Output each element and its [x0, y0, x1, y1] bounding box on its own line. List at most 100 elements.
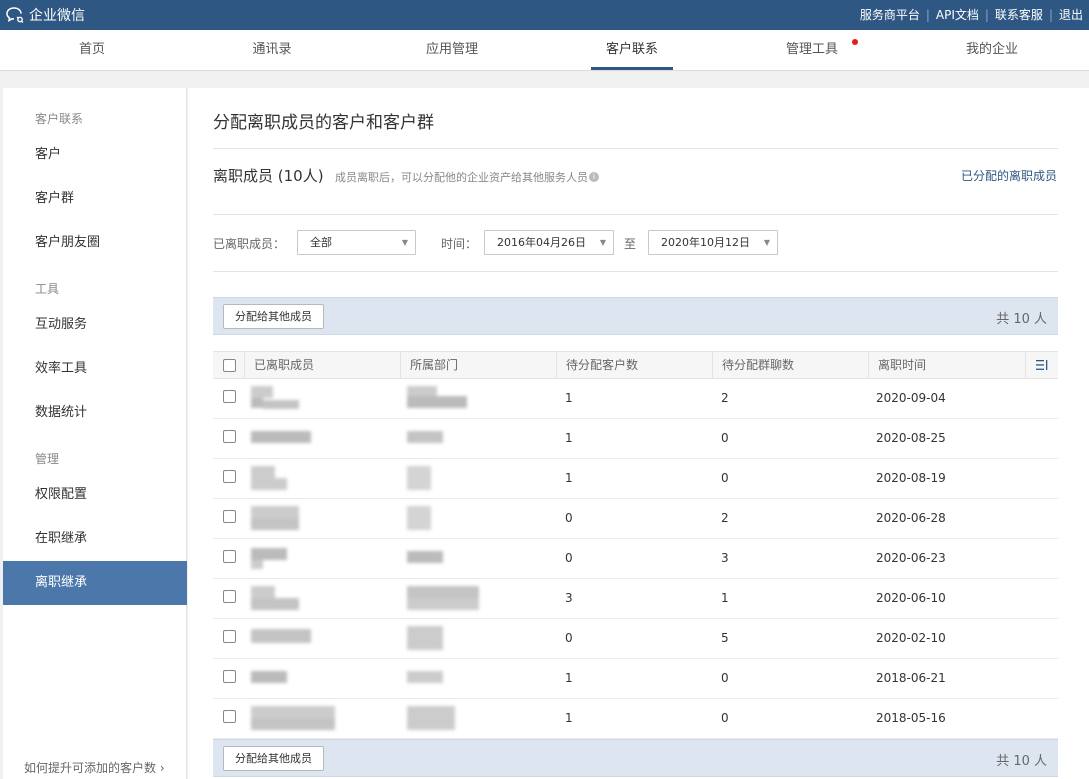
divider — [213, 214, 1058, 215]
pending-groups: 2 — [721, 391, 729, 405]
start-date-select[interactable]: 2016年04月26日 ▼ — [484, 230, 614, 255]
member-filter-select[interactable]: 全部 ▼ — [297, 230, 416, 255]
row-checkbox[interactable] — [223, 510, 236, 523]
divider: | — [925, 7, 930, 22]
sidebar-item-interactive-service[interactable]: 互动服务 — [3, 303, 187, 347]
select-value: 2020年10月12日 — [661, 236, 750, 249]
app-title: 企业微信 — [29, 8, 85, 24]
departure-date: 2018-05-16 — [876, 711, 946, 725]
pending-customers: 1 — [565, 671, 573, 685]
table-row[interactable]: 3 1 2020-06-10 — [213, 579, 1058, 619]
row-checkbox[interactable] — [223, 590, 236, 603]
table-header: 已离职成员 所属部门 待分配客户数 待分配群聊数 离职时间 — [213, 351, 1058, 379]
row-checkbox[interactable] — [223, 470, 236, 483]
pending-customers: 3 — [565, 591, 573, 605]
notification-dot — [852, 39, 858, 45]
chevron-right-icon: › — [156, 761, 165, 775]
divider: | — [1048, 7, 1053, 22]
section-description-text: 成员离职后，可以分配他的企业资产给其他服务人员 — [335, 171, 588, 184]
col-settings[interactable] — [1025, 352, 1058, 378]
pending-customers: 1 — [565, 431, 573, 445]
section-description: 成员离职后，可以分配他的企业资产给其他服务人员 i — [335, 169, 599, 185]
pending-groups: 0 — [721, 671, 729, 685]
select-all-checkbox[interactable] — [223, 359, 236, 372]
link-contact-support[interactable]: 联系客服 — [995, 6, 1043, 23]
total-count: 共 10 人 — [996, 312, 1047, 327]
table-row[interactable]: 1 0 2018-06-21 — [213, 659, 1058, 699]
tab-app-management[interactable]: 应用管理 — [362, 30, 542, 70]
pending-groups: 5 — [721, 631, 729, 645]
pending-groups: 0 — [721, 471, 729, 485]
link-api-docs[interactable]: API文档 — [936, 6, 979, 23]
table-row[interactable]: 0 2 2020-06-28 — [213, 499, 1058, 539]
col-header-member[interactable]: 已离职成员 — [244, 352, 400, 378]
section-title: 离职成员 (10人) — [213, 167, 324, 185]
tab-home[interactable]: 首页 — [2, 30, 182, 70]
row-checkbox[interactable] — [223, 430, 236, 443]
departure-date: 2020-06-28 — [876, 511, 946, 525]
tab-customer-contact[interactable]: 客户联系 — [542, 30, 722, 70]
action-bar-bottom: 分配给其他成员 共 10 人 — [213, 739, 1058, 777]
sidebar-item-departed-inheritance[interactable]: 离职继承 — [3, 561, 187, 605]
assign-to-other-button[interactable]: 分配给其他成员 — [223, 746, 324, 771]
departure-date: 2020-06-23 — [876, 551, 946, 565]
assign-to-other-button[interactable]: 分配给其他成员 — [223, 304, 324, 329]
page-title: 分配离职成员的客户和客户群 — [213, 113, 434, 133]
table-row[interactable]: 1 0 2018-05-16 — [213, 699, 1058, 739]
col-header-pending-groups[interactable]: 待分配群聊数 — [712, 352, 868, 378]
pending-groups: 0 — [721, 431, 729, 445]
sidebar-item-customer-groups[interactable]: 客户群 — [3, 177, 187, 221]
table-row[interactable]: 1 2 2020-09-04 — [213, 379, 1058, 419]
caret-down-icon: ▼ — [599, 238, 606, 247]
departure-date: 2020-08-19 — [876, 471, 946, 485]
departure-date: 2020-06-10 — [876, 591, 946, 605]
row-checkbox[interactable] — [223, 710, 236, 723]
row-checkbox[interactable] — [223, 630, 236, 643]
tab-contacts[interactable]: 通讯录 — [182, 30, 362, 70]
member-filter-label: 已离职成员： — [213, 237, 286, 251]
select-value: 全部 — [310, 236, 332, 249]
row-checkbox[interactable] — [223, 550, 236, 563]
active-tab-indicator — [591, 67, 673, 70]
sidebar-item-efficiency-tools[interactable]: 效率工具 — [3, 347, 187, 391]
row-checkbox[interactable] — [223, 670, 236, 683]
sidebar-item-moments[interactable]: 客户朋友圈 — [3, 221, 187, 265]
help-link-increase-customers[interactable]: 如何提升可添加的客户数 › — [24, 759, 165, 776]
table-row[interactable]: 0 5 2020-02-10 — [213, 619, 1058, 659]
help-link-label: 如何提升可添加的客户数 — [24, 761, 157, 775]
table-row[interactable]: 1 0 2020-08-19 — [213, 459, 1058, 499]
departure-date: 2018-06-21 — [876, 671, 946, 685]
table-row[interactable]: 1 0 2020-08-25 — [213, 419, 1058, 459]
tab-my-company[interactable]: 我的企业 — [902, 30, 1082, 70]
main-panel: 分配离职成员的客户和客户群 离职成员 (10人) 成员离职后，可以分配他的企业资… — [188, 88, 1089, 779]
tab-management-tools[interactable]: 管理工具 — [722, 30, 902, 70]
col-header-pending-customers[interactable]: 待分配客户数 — [556, 352, 712, 378]
col-header-department[interactable]: 所属部门 — [400, 352, 556, 378]
end-date-select[interactable]: 2020年10月12日 ▼ — [648, 230, 778, 255]
divider — [213, 148, 1058, 149]
departure-date: 2020-08-25 — [876, 431, 946, 445]
total-count: 共 10 人 — [996, 754, 1047, 769]
sidebar-item-active-inheritance[interactable]: 在职继承 — [3, 517, 187, 561]
link-service-platform[interactable]: 服务商平台 — [860, 6, 920, 23]
pending-customers: 1 — [565, 391, 573, 405]
pending-groups: 3 — [721, 551, 729, 565]
link-logout[interactable]: 退出 — [1059, 6, 1083, 23]
pending-customers: 0 — [565, 631, 573, 645]
sidebar-item-customers[interactable]: 客户 — [3, 133, 187, 177]
assigned-members-link[interactable]: 已分配的离职成员 — [961, 167, 1057, 184]
row-checkbox[interactable] — [223, 390, 236, 403]
sidebar-group-customer-contact: 客户联系 — [35, 112, 84, 126]
tab-label: 通讯录 — [252, 42, 292, 57]
tab-label: 应用管理 — [425, 42, 478, 57]
app-logo[interactable]: 企业微信 — [6, 5, 85, 25]
table-row[interactable]: 0 3 2020-06-23 — [213, 539, 1058, 579]
pending-groups: 1 — [721, 591, 729, 605]
time-filter-label: 时间： — [441, 237, 478, 251]
sidebar-item-data-statistics[interactable]: 数据统计 — [3, 391, 187, 435]
col-header-departure-time[interactable]: 离职时间 — [868, 352, 1025, 378]
sidebar-item-permissions[interactable]: 权限配置 — [3, 473, 187, 517]
info-icon[interactable]: i — [589, 172, 599, 182]
sidebar: 客户联系 客户 客户群 客户朋友圈 工具 互动服务 效率工具 数据统计 管理 权… — [3, 88, 187, 779]
caret-down-icon: ▼ — [401, 238, 408, 247]
